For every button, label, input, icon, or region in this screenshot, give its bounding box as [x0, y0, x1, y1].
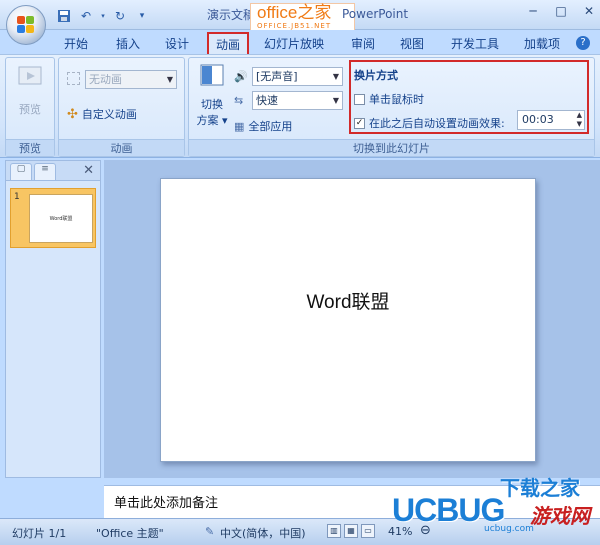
sorter-view-icon[interactable]: ▦ — [344, 524, 358, 538]
animation-combo-value: 无动画 — [89, 73, 122, 86]
tab-developer[interactable]: 开发工具 — [451, 35, 499, 52]
preview-button[interactable]: 预览 — [12, 64, 48, 117]
apply-all-button[interactable]: ▦ 全部应用 — [234, 118, 292, 134]
transition-scheme-icon — [200, 64, 224, 86]
tab-design[interactable]: 设计 — [165, 35, 189, 52]
apply-all-label: 全部应用 — [248, 120, 293, 133]
outline-tab[interactable]: ≡ — [34, 163, 56, 180]
help-icon[interactable]: ? — [576, 36, 590, 50]
chevron-down-icon: ▼ — [332, 72, 339, 81]
document-title: 演示文稿 — [207, 8, 256, 22]
language-icon: ✎ — [205, 525, 215, 538]
watermark-slogan: 下载之家 — [500, 476, 580, 500]
slide-canvas[interactable]: Word联盟 — [160, 178, 536, 462]
slideshow-view-icon[interactable]: ▭ — [361, 524, 375, 538]
redo-icon[interactable]: ↻ — [112, 8, 128, 24]
slide-thumbnail[interactable]: Word联盟 — [29, 194, 93, 243]
transition-scheme-label-1: 切换 — [201, 98, 223, 111]
sound-combo-value: [无声音] — [256, 70, 298, 83]
ucbug-watermark: 下载之家 UCBUG 游戏网 ucbug.com — [384, 470, 600, 545]
animation-frame-icon — [67, 72, 80, 85]
watermark-url-text: OFFICE.JB51.NET — [257, 22, 332, 30]
app-name: PowerPoint — [342, 7, 409, 21]
theme-status: "Office 主题" — [96, 527, 164, 540]
speed-icon: ⇆ — [234, 94, 244, 107]
slides-tab[interactable]: ▢ — [10, 163, 32, 180]
close-icon[interactable]: ✕ — [582, 4, 596, 18]
ribbon-tabs: 开始 插入 设计 动画 幻灯片放映 审阅 视图 开发工具 加载项 ? — [0, 30, 600, 55]
preview-group: 预览 预览 — [5, 57, 55, 157]
save-icon[interactable] — [56, 8, 72, 24]
preview-button-label: 预览 — [19, 103, 41, 116]
transition-group-label: 切换到此幻灯片 — [189, 139, 594, 156]
preview-icon — [18, 66, 42, 85]
normal-view-icon[interactable]: ▥ — [327, 524, 341, 538]
language-status[interactable]: 中文(简体，中国) — [220, 525, 306, 541]
slides-pane: ▢ ≡ ✕ 1 Word联盟 — [5, 160, 101, 478]
highlight-box — [349, 60, 589, 134]
undo-dropdown-icon[interactable]: ▾ — [100, 8, 106, 24]
apply-all-icon: ▦ — [234, 119, 245, 133]
animation-combo[interactable]: 无动画 ▼ — [85, 70, 177, 89]
watermark-logo-text: office之家 — [257, 3, 332, 22]
slide-count-status: 幻灯片 1/1 — [12, 527, 67, 540]
slide-number: 1 — [14, 192, 20, 202]
tab-review[interactable]: 审阅 — [351, 35, 375, 52]
window-controls: ─ □ ✕ — [526, 4, 596, 18]
sound-combo[interactable]: [无声音] ▼ — [252, 67, 343, 86]
undo-icon[interactable]: ↶ — [78, 8, 94, 24]
animation-group: 无动画 ▼ ✣ 自定义动画 动画 — [58, 57, 185, 157]
custom-animation-icon: ✣ — [67, 106, 78, 122]
office-button[interactable] — [6, 5, 46, 45]
custom-animation-label: 自定义动画 — [81, 108, 137, 121]
watermark-url: ucbug.com — [484, 524, 534, 534]
tab-view[interactable]: 视图 — [400, 35, 424, 52]
tab-insert[interactable]: 插入 — [116, 35, 140, 52]
tab-animations[interactable]: 动画 — [207, 32, 249, 55]
speed-combo-value: 快速 — [256, 94, 278, 107]
transition-scheme-button[interactable]: 切换 方案 ▾ — [192, 63, 232, 128]
tab-slideshow[interactable]: 幻灯片放映 — [264, 35, 324, 52]
slide-text[interactable]: Word联盟 — [161, 287, 535, 314]
speed-combo[interactable]: 快速 ▼ — [252, 91, 343, 110]
chevron-down-icon: ▼ — [332, 96, 339, 105]
custom-animation-button[interactable]: ✣ 自定义动画 — [67, 106, 137, 122]
chevron-down-icon: ▼ — [166, 75, 173, 84]
watermark-game: 游戏网 — [530, 504, 590, 528]
slide-thumbnail-selected[interactable]: 1 Word联盟 — [10, 188, 96, 248]
customize-icon[interactable]: ▾ — [134, 8, 150, 24]
animation-group-label: 动画 — [59, 139, 184, 156]
close-icon[interactable]: ✕ — [83, 163, 94, 178]
tab-addins[interactable]: 加载项 — [524, 35, 560, 52]
pane-tabs: ▢ ≡ ✕ — [6, 161, 100, 181]
maximize-icon[interactable]: □ — [554, 4, 568, 18]
office-home-watermark: office之家 OFFICE.JB51.NET — [250, 3, 355, 33]
sound-icon: 🔊 — [234, 70, 248, 83]
tab-home[interactable]: 开始 — [64, 35, 88, 52]
slide-thumbnail-text: Word联盟 — [49, 216, 73, 222]
minimize-icon[interactable]: ─ — [526, 4, 540, 18]
quick-access-toolbar: ↶ ▾ ↻ ▾ — [56, 7, 150, 25]
preview-group-label: 预览 — [6, 139, 54, 156]
transition-scheme-label-2: 方案 ▾ — [196, 114, 228, 127]
office-logo-icon — [17, 16, 35, 34]
